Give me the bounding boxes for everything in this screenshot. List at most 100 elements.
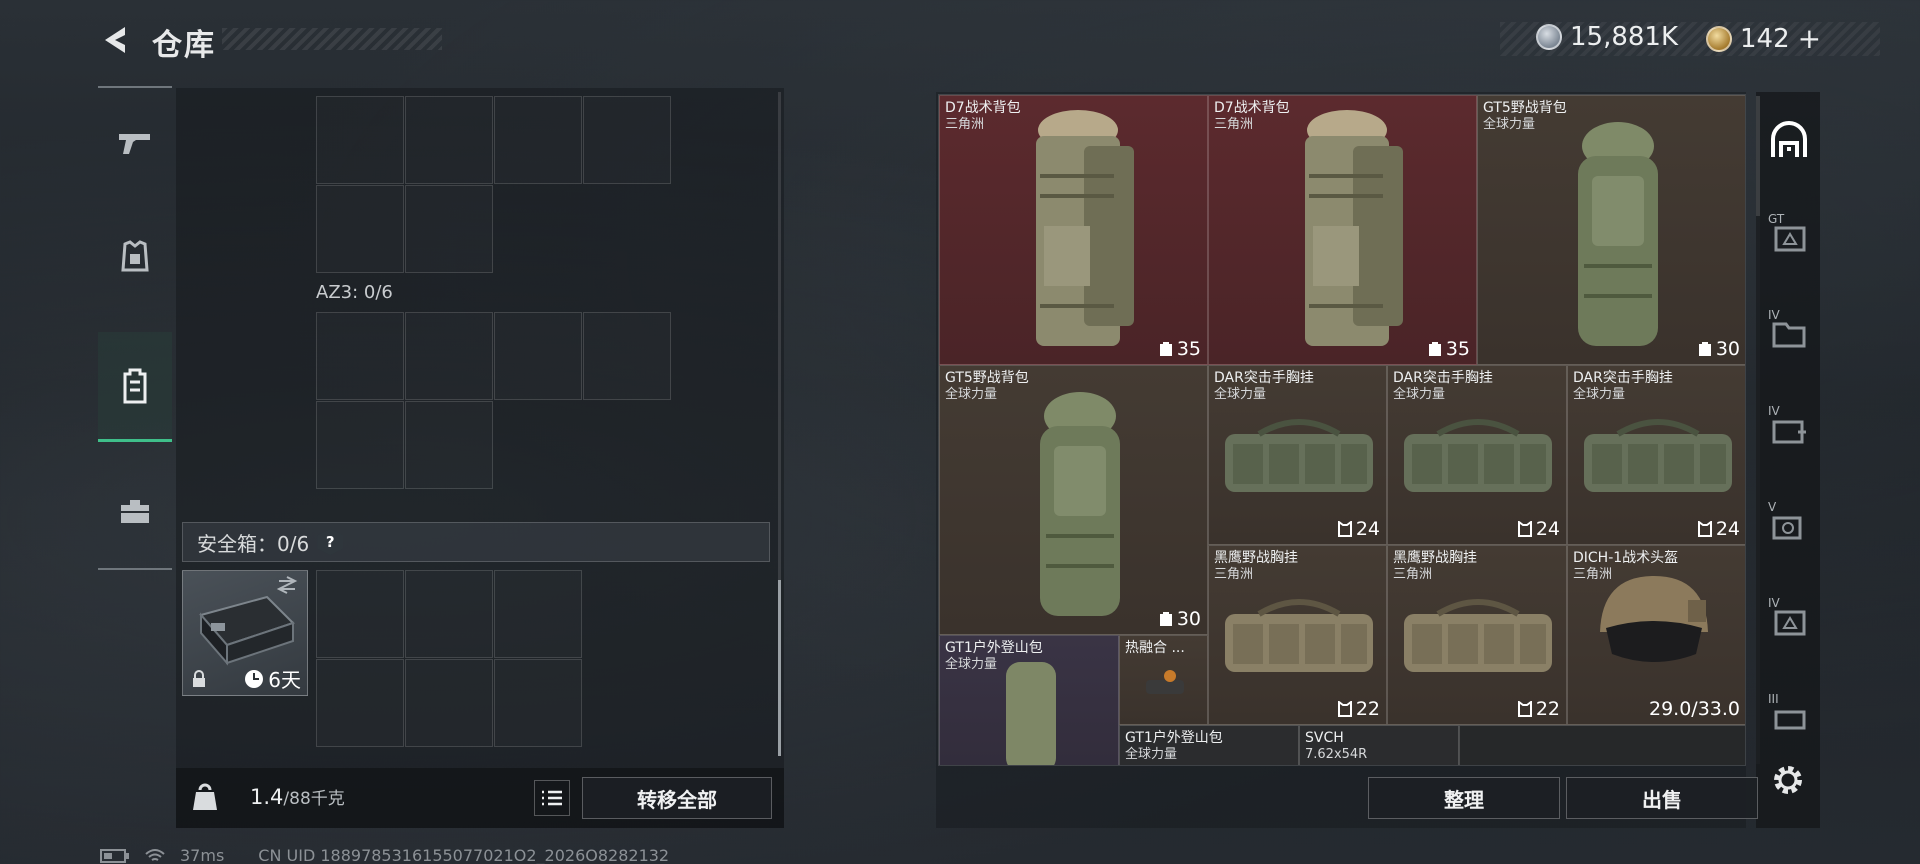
item-card[interactable]: GT1户外登山包 全球力量 <box>939 635 1119 765</box>
help-button[interactable]: ? <box>317 529 344 555</box>
tab-weapons[interactable] <box>98 88 172 198</box>
safe-box-header: 安全箱：0/6 ? <box>182 522 770 562</box>
grid-cell[interactable] <box>316 570 404 658</box>
grid-cell[interactable] <box>494 570 582 658</box>
weight-readout: 1.4/88千克 <box>250 784 345 809</box>
capacity-badge: 24 <box>1337 518 1380 540</box>
grid-cell[interactable] <box>405 185 493 273</box>
grid-cell[interactable] <box>494 96 582 184</box>
tab-storage-gt[interactable]: GT <box>1766 212 1812 260</box>
tab-storage-v[interactable]: V <box>1766 500 1812 548</box>
grid-cell[interactable] <box>583 312 671 400</box>
grid-cell[interactable] <box>316 312 404 400</box>
armor-icon <box>121 240 149 272</box>
item-card[interactable]: DICH-1战术头盔 三角洲 29.0/33.0 <box>1567 545 1745 725</box>
safe-box-slot[interactable]: 6天 <box>182 570 308 696</box>
item-name: DAR突击手胸挂 <box>1214 370 1314 386</box>
item-source: 全球力量 <box>1573 387 1626 402</box>
item-name: 热融合 ... <box>1125 640 1185 656</box>
grid-cell[interactable] <box>583 96 671 184</box>
vest-capacity-icon <box>1697 521 1712 537</box>
chest-rig-image <box>1225 599 1373 672</box>
chest-rig-image <box>1404 599 1552 672</box>
item-card[interactable]: 热融合 ... <box>1119 635 1208 725</box>
warehouse-grid: D7战术背包 三角洲 35 D7战术背包 三角洲 35 GT5野战背包 全球力量… <box>938 94 1746 766</box>
backpack-icon <box>123 368 147 403</box>
back-button[interactable] <box>96 20 136 60</box>
grid-cell[interactable] <box>316 659 404 747</box>
clock-icon <box>245 669 264 688</box>
grid-cell[interactable] <box>405 96 493 184</box>
item-name: GT5野战背包 <box>1483 100 1567 116</box>
tab-storage-main[interactable] <box>1766 118 1812 164</box>
settings-button[interactable] <box>1768 760 1808 800</box>
item-card[interactable]: GT5野战背包 全球力量 30 <box>939 365 1208 635</box>
tab-armor[interactable] <box>98 202 172 312</box>
item-card[interactable]: DAR突击手胸挂 全球力量 24 <box>1208 365 1387 545</box>
climbing-backpack-image <box>1006 662 1056 765</box>
page-title: 仓库 <box>152 28 216 63</box>
grid-cell[interactable] <box>405 312 493 400</box>
capacity-badge: 35 <box>1428 338 1470 360</box>
transfer-all-button[interactable]: 转移全部 <box>582 777 772 819</box>
container-label: AZ3: 0/6 <box>316 282 393 303</box>
grid-cell[interactable] <box>316 401 404 489</box>
gold-currency[interactable]: 142 + <box>1706 22 1821 55</box>
user-uid: CN UID 1889785316155077021O2_2026O828213… <box>258 846 670 864</box>
item-source: 全球力量 <box>1483 117 1536 132</box>
grid-cell[interactable] <box>316 96 404 184</box>
item-card[interactable]: GT5野战背包 全球力量 30 <box>1477 95 1745 365</box>
toolbox-icon <box>121 500 149 523</box>
field-backpack-image <box>1040 392 1120 616</box>
warehouse-icon <box>1771 121 1807 157</box>
safe-timer: 6天 <box>244 664 301 693</box>
capacity-badge: 22 <box>1517 698 1560 720</box>
sort-button[interactable]: 整理 <box>1368 777 1560 819</box>
tab-storage-iv-1[interactable]: IV <box>1766 308 1812 356</box>
item-source: 全球力量 <box>1393 387 1446 402</box>
helmet-image <box>1600 576 1708 662</box>
item-card[interactable]: GT1户外登山包 全球力量 <box>1119 725 1299 765</box>
weight-value: 1.4 <box>250 785 284 809</box>
grid-cell[interactable] <box>405 570 493 658</box>
item-source: 三角洲 <box>1214 117 1254 132</box>
grid-cell[interactable] <box>494 312 582 400</box>
empty-slot[interactable] <box>1459 725 1745 765</box>
item-card[interactable]: 黑鹰野战胸挂 三角洲 22 <box>1387 545 1567 725</box>
item-name: DICH-1战术头盔 <box>1573 550 1679 566</box>
ping-readout: 37ms <box>180 846 225 864</box>
item-card[interactable]: DAR突击手胸挂 全球力量 24 <box>1567 365 1745 545</box>
add-gold-button[interactable]: + <box>1798 22 1821 55</box>
tab-supplies[interactable] <box>98 456 172 566</box>
item-card[interactable]: 黑鹰野战胸挂 三角洲 22 <box>1208 545 1387 725</box>
item-name: GT1户外登山包 <box>1125 730 1223 746</box>
tab-storage-iv-3[interactable]: IV <box>1766 596 1812 644</box>
tab-backpack[interactable] <box>98 332 172 442</box>
tab-storage-iv-2[interactable]: IV <box>1766 404 1812 452</box>
tab-storage-iii[interactable]: III <box>1766 692 1812 740</box>
chest-rig-image <box>1404 419 1552 492</box>
list-view-button[interactable] <box>534 780 570 816</box>
vest-capacity-icon <box>1337 701 1352 717</box>
left-scroll-thumb[interactable] <box>778 580 781 756</box>
field-backpack-image <box>1578 122 1658 346</box>
grid-cell[interactable] <box>405 401 493 489</box>
sell-button[interactable]: 出售 <box>1566 777 1758 819</box>
item-card[interactable]: D7战术背包 三角洲 35 <box>1208 95 1477 365</box>
grid-cell[interactable] <box>494 659 582 747</box>
item-name: GT5野战背包 <box>945 370 1029 386</box>
grid-cell[interactable] <box>316 185 404 273</box>
item-source: 全球力量 <box>1214 387 1267 402</box>
item-source: 三角洲 <box>1393 567 1433 582</box>
grid-cell[interactable] <box>405 659 493 747</box>
item-card[interactable]: DAR突击手胸挂 全球力量 24 <box>1387 365 1567 545</box>
left-scrollbar[interactable] <box>778 92 781 756</box>
item-name: DAR突击手胸挂 <box>1573 370 1673 386</box>
durability-readout: 29.0/33.0 <box>1648 698 1740 720</box>
capacity-badge: 30 <box>1698 338 1740 360</box>
vest-capacity-icon <box>1517 701 1532 717</box>
capacity-badge: 30 <box>1159 608 1201 630</box>
item-card[interactable]: SVCH 7.62x54R <box>1299 725 1459 765</box>
item-card[interactable]: D7战术背包 三角洲 35 <box>939 95 1208 365</box>
pistol-icon <box>119 134 150 154</box>
